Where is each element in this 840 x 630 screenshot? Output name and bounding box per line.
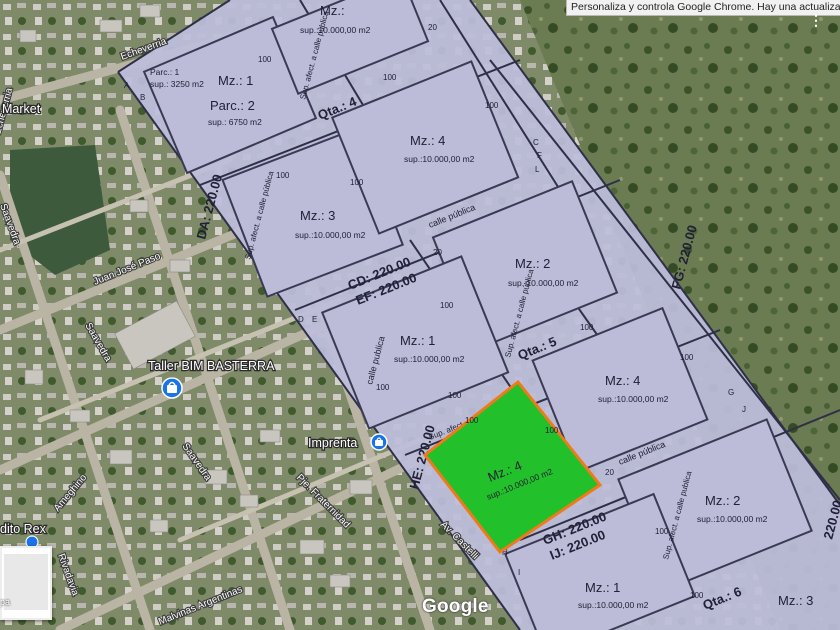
side-dimension: 100 — [580, 323, 594, 332]
block-label: Mz.: 4 — [410, 133, 445, 148]
vertex-letter: E — [312, 315, 317, 324]
vertex-letter: C — [533, 138, 539, 147]
block-area: sup.:10.000,00 m2 — [394, 354, 465, 364]
side-dimension: 100 — [350, 178, 364, 187]
vertical-dots-icon[interactable]: ⋮ — [809, 12, 837, 36]
poi-label: Market — [2, 102, 41, 116]
block-area: sup.:10.000,00 m2 — [598, 394, 669, 404]
block-label: Mz.: 4 — [605, 373, 640, 388]
block-label: Mz.: 3 — [300, 208, 335, 223]
selected-dimension: 100 — [545, 426, 559, 435]
map-layer-toggle[interactable]: pa — [0, 546, 52, 620]
side-dimension: 100 — [448, 391, 462, 400]
shopping-bag-pin-icon — [161, 377, 183, 399]
google-logo: Google — [422, 596, 489, 617]
block-label: Mz.: 1 — [400, 333, 435, 348]
block-area: sup.:10.000,00 m2 — [578, 600, 649, 610]
poi-label: Imprenta — [308, 436, 357, 450]
vertex-letter: D — [298, 315, 304, 324]
vertex-letter: B — [140, 93, 145, 102]
side-dimension: 100 — [680, 353, 694, 362]
poi-imprenta[interactable]: Imprenta — [307, 433, 388, 451]
side-dimension: 100 — [383, 73, 397, 82]
layer-toggle-label: pa — [0, 597, 11, 607]
vertex-letter: A — [124, 81, 130, 90]
block-area: sup.:10.000,00 m2 — [404, 154, 475, 164]
poi-label: Taller BIM BASTERRA — [148, 359, 275, 373]
block-label: Mz.: 1 — [218, 73, 253, 88]
side-dimension: 100 — [485, 101, 499, 110]
vertex-letter: I — [518, 568, 520, 577]
block-area: sup.:10.000,00 m2 — [697, 514, 768, 524]
shopping-bag-pin-icon — [370, 433, 388, 451]
chrome-update-tooltip: Personaliza y controla Google Chrome. Ha… — [566, 0, 840, 16]
block-label: Parc.: 2 — [210, 98, 255, 113]
vertex-letter: G — [728, 388, 734, 397]
satellite-map[interactable]: Mz.: 1 Parc.: 2 sup.: 6750 m2 Mz.: 3 sup… — [0, 0, 840, 630]
vertex-letter: J — [742, 405, 746, 414]
vertex-letter: F — [537, 151, 542, 160]
block-label: Mz.: 2 — [705, 493, 740, 508]
corner-dimension: 20 — [605, 468, 614, 477]
side-dimension: 100 — [258, 55, 272, 64]
parcel-label: Parc.: 1 — [150, 67, 180, 77]
block-label: Mz.: 1 — [585, 580, 620, 595]
side-dimension: 100 — [440, 301, 454, 310]
side-dimension: 100 — [376, 383, 390, 392]
parcel-area: sup.: 3250 m2 — [150, 79, 204, 89]
block-area: sup.:10.000,00 m2 — [508, 278, 579, 288]
layer-thumbnail — [4, 554, 48, 610]
block-label: Mz.: 3 — [778, 593, 813, 608]
block-label: Mz.: 2 — [515, 256, 550, 271]
block-area: sup.:10.000,00 m2 — [300, 25, 371, 35]
side-dimension: 100 — [690, 591, 704, 600]
block-area: sup.: 6750 m2 — [208, 117, 262, 127]
corner-dimension: 20 — [433, 248, 442, 257]
poi-market[interactable]: Market — [1, 101, 42, 117]
poi-label: dito Rex — [0, 522, 47, 536]
corner-dimension: 20 — [428, 23, 437, 32]
vertex-letter: L — [535, 165, 540, 174]
selected-dimension: 100 — [465, 416, 479, 425]
side-dimension: 100 — [276, 171, 290, 180]
block-area: sup.:10.000,00 m2 — [295, 230, 366, 240]
